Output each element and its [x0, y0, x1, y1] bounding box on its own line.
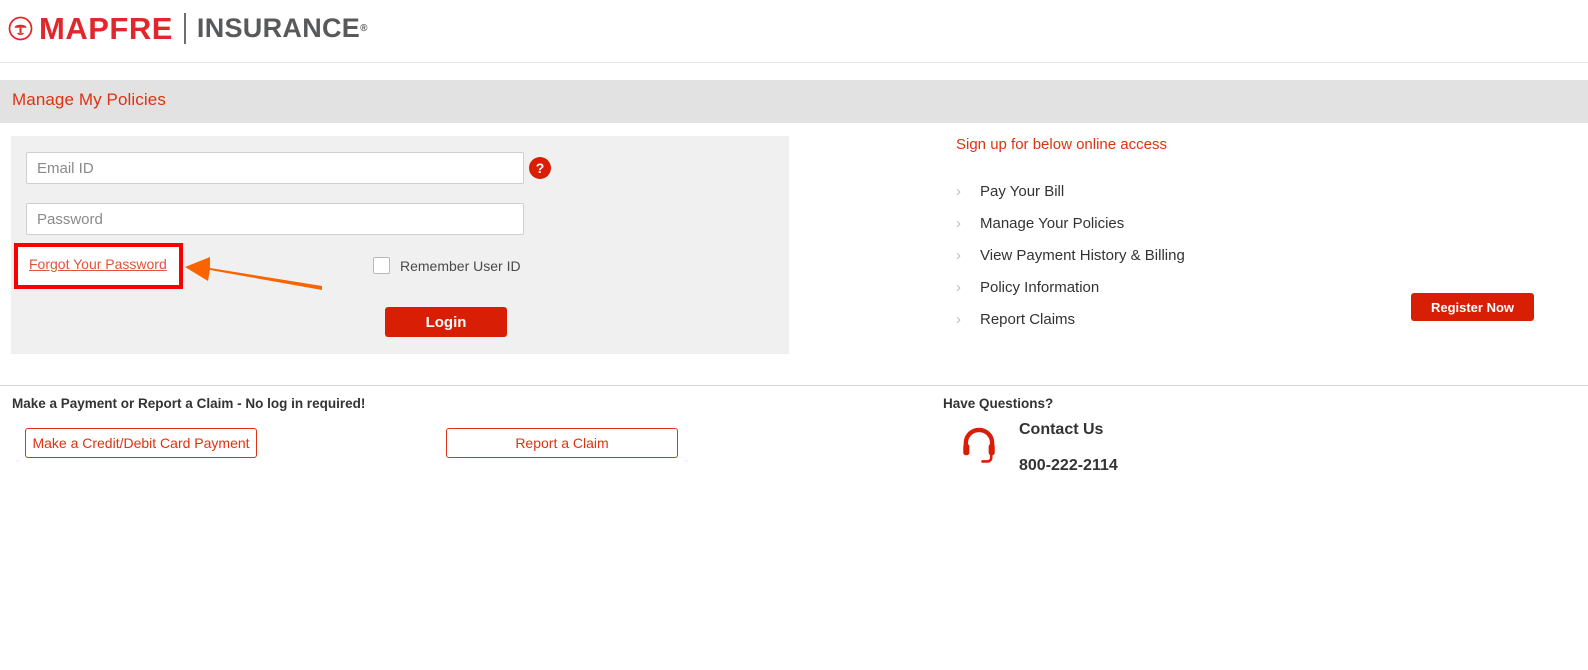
brand-header: MAPFRE INSURANCE ® — [0, 0, 1588, 63]
make-credit-debit-card-payment-button[interactable]: Make a Credit/Debit Card Payment — [25, 428, 257, 458]
login-button[interactable]: Login — [385, 307, 507, 337]
signup-title: Sign up for below online access — [956, 136, 1167, 153]
email-input[interactable] — [26, 152, 524, 184]
footer-divider — [0, 385, 1588, 386]
chevron-right-icon: › — [956, 310, 961, 328]
signup-item-label: Pay Your Bill — [980, 182, 1065, 200]
signup-item-label: Policy Information — [980, 278, 1100, 296]
remember-user-id-label: Remember User ID — [400, 257, 521, 274]
signup-item-view-payment-history[interactable]: › View Payment History & Billing — [956, 239, 1516, 271]
signup-item-pay-your-bill[interactable]: › Pay Your Bill — [956, 175, 1516, 207]
register-now-button[interactable]: Register Now — [1411, 293, 1534, 321]
logo-insurance-text: INSURANCE — [196, 13, 361, 43]
headset-icon — [963, 427, 995, 463]
chevron-right-icon: › — [956, 214, 961, 232]
signup-item-label: Report Claims — [980, 310, 1076, 328]
mapfre-circle-tree-icon — [8, 16, 33, 41]
remember-user-id-checkbox[interactable] — [373, 257, 390, 274]
logo-trademark-symbol: ® — [360, 23, 368, 34]
signup-item-label: View Payment History & Billing — [980, 246, 1185, 264]
forgot-password-link[interactable]: Forgot Your Password — [29, 256, 167, 272]
logo-separator — [183, 13, 186, 44]
report-a-claim-button[interactable]: Report a Claim — [446, 428, 678, 458]
contact-phone-number: 800-222-2114 — [1019, 457, 1118, 474]
help-icon[interactable]: ? — [529, 157, 551, 179]
login-panel: ? Forgot Your Password Remember User ID … — [11, 136, 789, 354]
mapfre-insurance-logo[interactable]: MAPFRE INSURANCE ® — [8, 13, 367, 44]
footer-heading: Make a Payment or Report a Claim - No lo… — [12, 396, 366, 411]
signup-item-label: Manage Your Policies — [980, 214, 1125, 232]
have-questions-heading: Have Questions? — [943, 396, 1054, 411]
signup-item-manage-your-policies[interactable]: › Manage Your Policies — [956, 207, 1516, 239]
logo-mapfre-text: MAPFRE — [39, 11, 173, 46]
chevron-right-icon: › — [956, 278, 961, 296]
page-title: Manage My Policies — [12, 90, 166, 109]
password-input[interactable] — [26, 203, 524, 235]
chevron-right-icon: › — [956, 246, 961, 264]
section-title-bar: Manage My Policies — [0, 80, 1588, 123]
contact-us-label: Contact Us — [1019, 421, 1104, 438]
remember-user-id-row[interactable]: Remember User ID — [373, 257, 521, 274]
chevron-right-icon: › — [956, 182, 961, 200]
